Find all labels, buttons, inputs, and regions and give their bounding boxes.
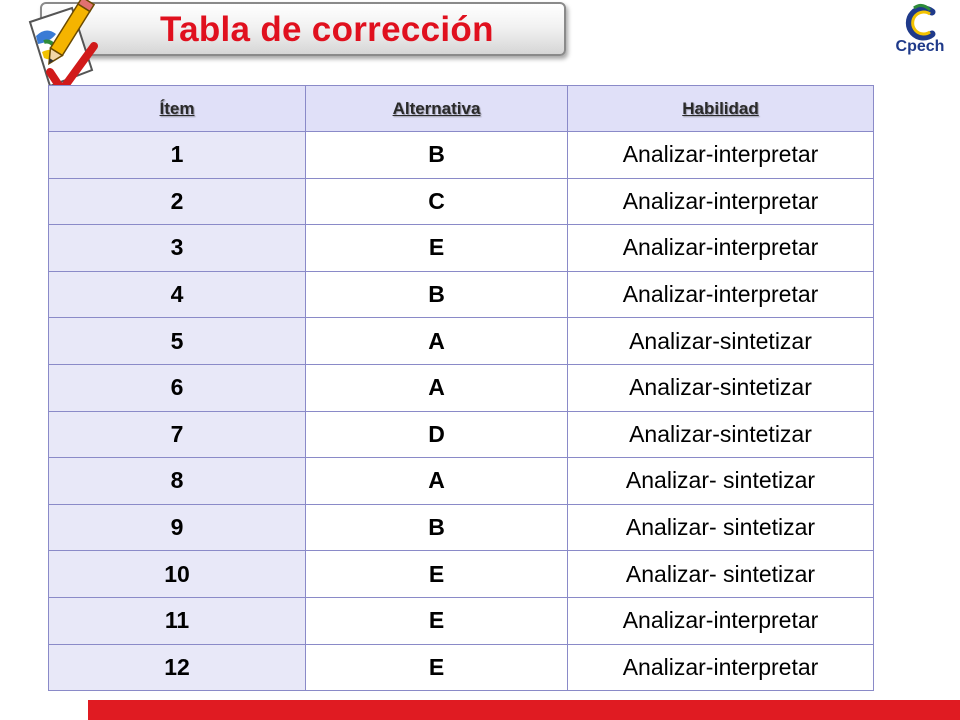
habilidad-cell: Analizar- sintetizar [567,550,874,598]
item-cell: 1 [48,131,306,179]
page-title: Tabla de corrección [160,10,494,49]
habilidad-cell: Analizar-interpretar [567,131,874,179]
item-cell: 12 [48,643,306,692]
item-cell: 8 [48,457,306,505]
column-header-item: Ítem [48,85,306,132]
table-row: 11 E Analizar-interpretar [48,596,874,645]
alternativa-cell: B [305,503,568,552]
item-cell: 2 [48,177,306,226]
pencil-and-check-icon [28,0,98,94]
item-cell: 9 [48,503,306,552]
habilidad-cell: Analizar-sintetizar [567,363,874,412]
alternativa-cell: E [305,224,568,272]
item-cell: 4 [48,270,306,319]
alternativa-cell: A [305,457,568,505]
table-row: 9 B Analizar- sintetizar [48,503,874,552]
table-row: 2 C Analizar-interpretar [48,177,874,226]
alternativa-cell: A [305,317,568,365]
table-header-row: Ítem Alternativa Habilidad [48,85,874,132]
slide: Tabla de corrección Cpech Ítem Alternati… [0,0,960,720]
habilidad-cell: Analizar-sintetizar [567,317,874,365]
habilidad-cell: Analizar-interpretar [567,643,874,692]
table-row: 12 E Analizar-interpretar [48,643,874,692]
table-row: 5 A Analizar-sintetizar [48,317,874,365]
table-row: 8 A Analizar- sintetizar [48,457,874,505]
column-header-alternativa: Alternativa [305,85,568,132]
logo-swirl-icon [905,3,936,41]
alternativa-cell: B [305,270,568,319]
item-cell: 5 [48,317,306,365]
alternativa-cell: B [305,131,568,179]
cpech-logo: Cpech [884,2,956,64]
table-row: 3 E Analizar-interpretar [48,224,874,272]
alternativa-cell: E [305,550,568,598]
item-cell: 11 [48,596,306,645]
habilidad-cell: Analizar-interpretar [567,596,874,645]
correction-table: Ítem Alternativa Habilidad 1 B Analizar-… [48,85,874,692]
alternativa-cell: D [305,410,568,459]
alternativa-cell: A [305,363,568,412]
bottom-red-bar [88,700,960,720]
alternativa-cell: E [305,643,568,692]
item-cell: 6 [48,363,306,412]
table-row: 7 D Analizar-sintetizar [48,410,874,459]
item-cell: 3 [48,224,306,272]
item-cell: 7 [48,410,306,459]
alternativa-cell: E [305,596,568,645]
habilidad-cell: Analizar- sintetizar [567,457,874,505]
logo-text: Cpech [895,38,945,55]
habilidad-cell: Analizar- sintetizar [567,503,874,552]
alternativa-cell: C [305,177,568,226]
table-row: 6 A Analizar-sintetizar [48,363,874,412]
habilidad-cell: Analizar-interpretar [567,224,874,272]
habilidad-cell: Analizar-sintetizar [567,410,874,459]
table-row: 1 B Analizar-interpretar [48,131,874,179]
column-header-habilidad: Habilidad [567,85,874,132]
table-row: 4 B Analizar-interpretar [48,270,874,319]
table-row: 10 E Analizar- sintetizar [48,550,874,598]
item-cell: 10 [48,550,306,598]
habilidad-cell: Analizar-interpretar [567,177,874,226]
habilidad-cell: Analizar-interpretar [567,270,874,319]
